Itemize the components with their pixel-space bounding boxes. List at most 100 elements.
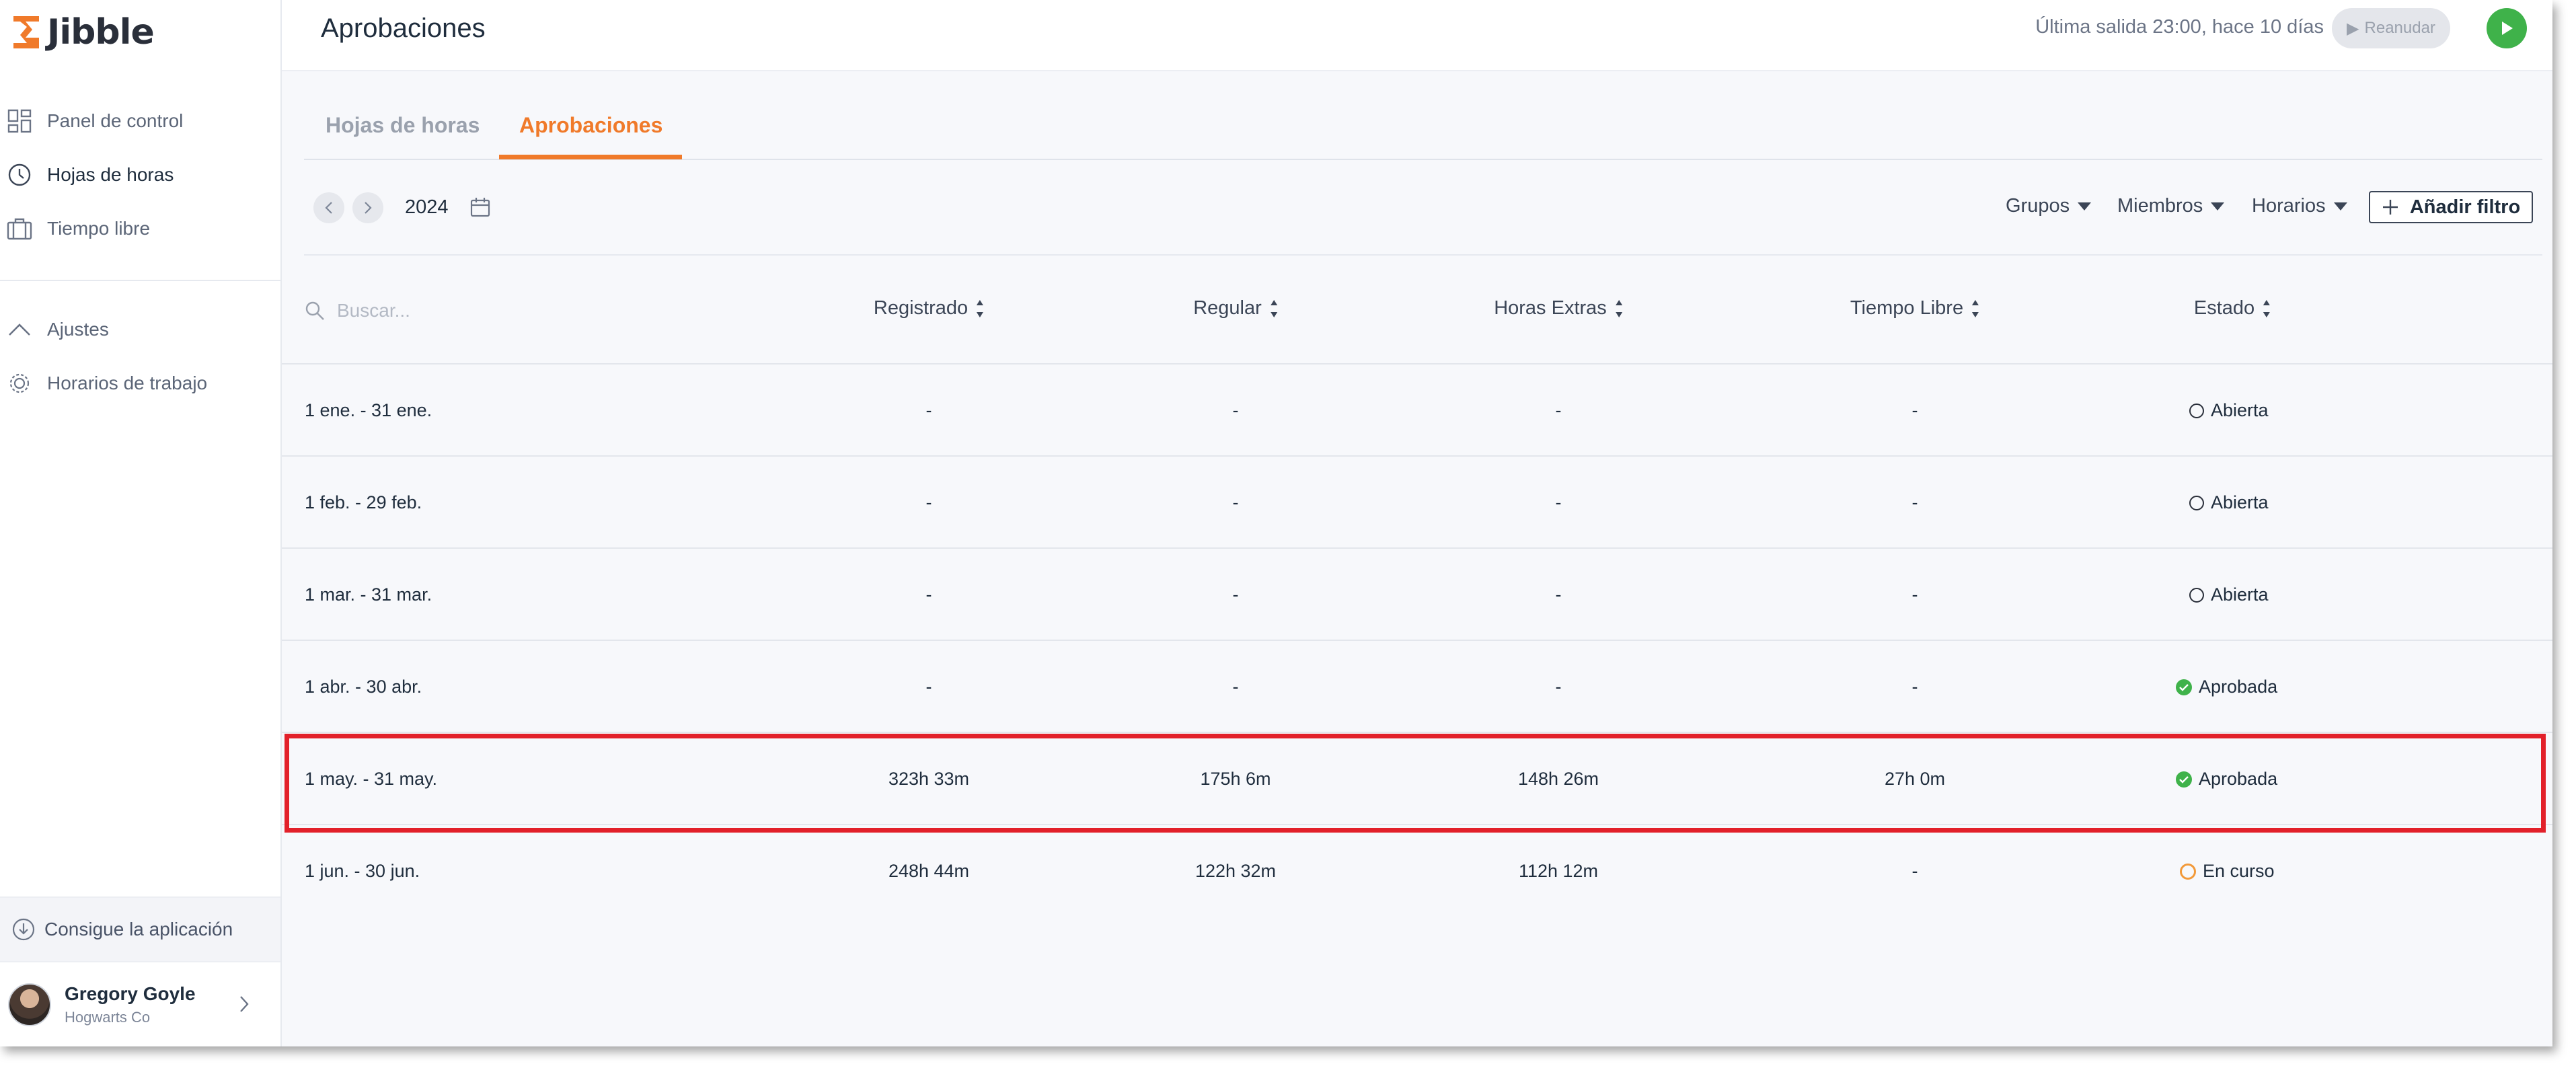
sidebar-nav: Panel de control Hojas de horas Tiempo l… [0, 94, 280, 410]
chevron-up-icon [7, 317, 32, 342]
regular-cell: - [1232, 584, 1239, 605]
caret-down-icon [2211, 202, 2225, 210]
clock-in-button[interactable] [2487, 8, 2527, 48]
table-row[interactable]: 1 feb. - 29 feb. - - - - Abierta [282, 457, 2552, 549]
avatar [8, 983, 51, 1026]
chevron-right-icon [365, 202, 372, 214]
registrado-cell: - [925, 584, 932, 605]
table-row[interactable]: 1 may. - 31 may. 323h 33m 175h 6m 148h 2… [282, 733, 2552, 825]
table-row[interactable]: 1 mar. - 31 mar. - - - - Abierta [282, 549, 2552, 641]
registrado-cell: - [925, 400, 932, 420]
sidebar-item-dashboard[interactable]: Panel de control [0, 94, 280, 148]
extras-cell: - [1555, 584, 1562, 605]
gear-icon [7, 371, 32, 396]
active-tab-indicator [499, 155, 682, 159]
status-label: Aprobada [2199, 769, 2278, 789]
year-label: 2024 [405, 196, 449, 218]
status-open-icon [2189, 495, 2204, 510]
column-label: Regular [1193, 297, 1262, 319]
sidebar-item-label: Horarios de trabajo [47, 373, 208, 393]
sort-icon [1615, 299, 1622, 317]
libre-cell: - [1911, 861, 1918, 881]
logo[interactable]: Jibble [11, 12, 155, 52]
table-row[interactable]: 1 ene. - 31 ene. - - - - Abierta [282, 365, 2552, 457]
add-filter-button[interactable]: Añadir filtro [2369, 191, 2533, 223]
status-cell: Abierta [2189, 549, 2269, 641]
resume-button[interactable]: ▶ Reanudar [2332, 8, 2450, 48]
column-header-regular[interactable]: Regular [1193, 297, 1278, 319]
column-header-tiempo-libre[interactable]: Tiempo Libre [1850, 297, 1979, 319]
search-field[interactable]: Buscar... [305, 300, 410, 321]
column-label: Horas Extras [1494, 297, 1607, 319]
status-cell: En curso [2180, 825, 2275, 917]
tab-approvals[interactable]: Aprobaciones [519, 101, 662, 160]
page-title: Aprobaciones [321, 13, 486, 43]
caret-down-icon [2078, 202, 2092, 210]
table-row[interactable]: 1 jun. - 30 jun. 248h 44m 122h 32m 112h … [282, 825, 2552, 917]
regular-cell: - [1232, 492, 1239, 512]
sort-icon [1270, 299, 1277, 317]
column-label: Tiempo Libre [1850, 297, 1964, 319]
column-label: Estado [2193, 297, 2255, 319]
tab-timesheets[interactable]: Hojas de horas [326, 101, 480, 160]
status-cell: Abierta [2189, 457, 2269, 549]
table-header: Buscar... Registrado Regular Horas Extra… [282, 265, 2552, 365]
column-label: Registrado [873, 297, 969, 319]
tab-bar: Hojas de horas Aprobaciones [304, 101, 2542, 160]
search-input[interactable]: Buscar... [337, 300, 410, 321]
last-clock-out-text: Última salida 23:00, hace 10 días [2035, 16, 2324, 38]
period-cell: 1 ene. - 31 ene. [305, 400, 432, 420]
get-app-button[interactable]: Consigue la aplicación [0, 896, 280, 961]
status-label: Abierta [2211, 584, 2269, 605]
toolbar: 2024 Grupos Miembros Horarios Añadir fil… [304, 176, 2542, 256]
top-header: Aprobaciones Última salida 23:00, hace 1… [282, 0, 2552, 71]
regular-cell: - [1232, 677, 1239, 697]
period-cell: 1 abr. - 30 abr. [305, 677, 422, 697]
sidebar-item-settings[interactable]: Ajustes [0, 303, 280, 356]
calendar-icon[interactable] [469, 196, 491, 218]
next-year-button[interactable] [352, 192, 383, 223]
user-profile[interactable]: Gregory Goyle Hogwarts Co [0, 961, 280, 1046]
check-circle-icon [2176, 771, 2192, 788]
status-cell: Abierta [2189, 365, 2269, 457]
schedules-filter[interactable]: Horarios [2252, 195, 2347, 217]
period-cell: 1 jun. - 30 jun. [305, 861, 420, 881]
members-filter[interactable]: Miembros [2117, 195, 2225, 217]
column-header-horas-extras[interactable]: Horas Extras [1494, 297, 1623, 319]
suitcase-icon [7, 216, 32, 241]
status-open-icon [2189, 403, 2204, 418]
groups-filter[interactable]: Grupos [2006, 195, 2092, 217]
search-icon [305, 301, 324, 320]
column-header-registrado[interactable]: Registrado [874, 297, 984, 319]
status-cell: Aprobada [2176, 641, 2277, 733]
groups-filter-label: Grupos [2006, 195, 2070, 217]
sidebar-item-time-off[interactable]: Tiempo libre [0, 202, 280, 256]
caret-down-icon [2333, 202, 2347, 210]
status-in-progress-icon [2180, 863, 2196, 880]
user-name: Gregory Goyle [65, 983, 196, 1004]
sidebar-item-label: Hojas de horas [47, 164, 174, 185]
dashboard-icon [7, 108, 32, 134]
play-small-icon: ▶ [2347, 19, 2359, 38]
status-open-icon [2189, 587, 2204, 603]
registrado-cell: 248h 44m [888, 861, 970, 881]
extras-cell: - [1555, 400, 1562, 420]
registrado-cell: - [925, 492, 932, 512]
status-label: En curso [2203, 861, 2275, 881]
table-row[interactable]: 1 abr. - 30 abr. - - - - Aprobada [282, 641, 2552, 733]
status-cell: Aprobada [2176, 733, 2277, 825]
column-header-estado[interactable]: Estado [2194, 297, 2271, 319]
sidebar-item-work-schedules[interactable]: Horarios de trabajo [0, 356, 280, 410]
libre-cell: - [1911, 492, 1918, 512]
libre-cell: - [1911, 400, 1918, 420]
status-label: Aprobada [2199, 677, 2278, 697]
previous-year-button[interactable] [313, 192, 344, 223]
sidebar-item-timesheets[interactable]: Hojas de horas [0, 148, 280, 202]
schedules-filter-label: Horarios [2252, 195, 2326, 217]
status-label: Abierta [2211, 492, 2269, 512]
registrado-cell: - [925, 677, 932, 697]
extras-cell: 148h 26m [1517, 769, 1599, 789]
extras-cell: - [1555, 677, 1562, 697]
get-app-label: Consigue la aplicación [44, 919, 233, 940]
check-circle-icon [2176, 679, 2192, 695]
